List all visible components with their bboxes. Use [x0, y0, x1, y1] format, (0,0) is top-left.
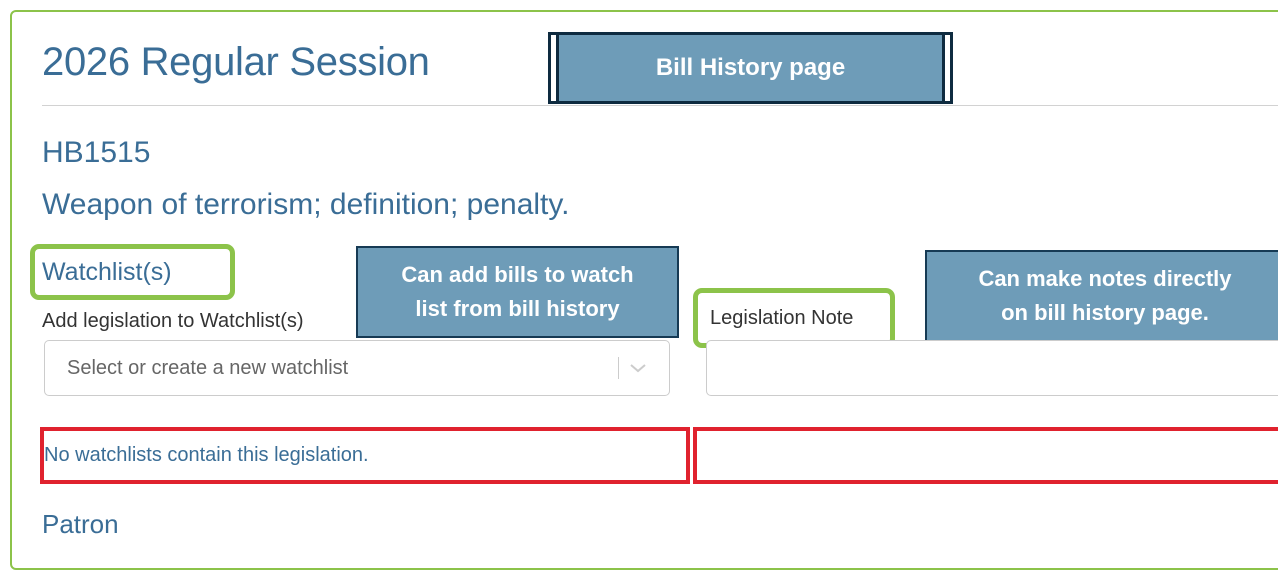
watchlist-callout-line-2: list from bill history — [415, 296, 620, 321]
watchlist-callout-line-1: Can add bills to watch — [401, 262, 634, 287]
watchlist-select[interactable]: Select or create a new watchlist — [44, 340, 670, 396]
add-to-watchlist-label: Add legislation to Watchlist(s) — [42, 310, 304, 332]
bill-number: HB1515 — [42, 136, 151, 169]
watchlist-select-placeholder: Select or create a new watchlist — [67, 356, 349, 379]
note-callout-line-2: on bill history page. — [1001, 300, 1209, 325]
select-separator — [618, 357, 619, 379]
legislation-note-label: Legislation Note — [710, 306, 854, 329]
watchlist-status-highlight: No watchlists contain this legislation. — [40, 427, 690, 484]
patron-heading: Patron — [42, 509, 119, 539]
title-divider — [42, 105, 1278, 106]
watchlist-heading: Watchlist(s) — [30, 244, 235, 300]
bill-caption: Weapon of terrorism; definition; penalty… — [42, 188, 570, 221]
legislation-note-label-highlight: Legislation Note — [693, 288, 895, 348]
note-callout-line-1: Can make notes directly — [978, 266, 1232, 291]
watchlist-status-text: No watchlists contain this legislation. — [44, 444, 369, 466]
note-area-highlight — [693, 427, 1278, 484]
callout-page-text: Bill History page — [655, 54, 846, 81]
chevron-down-icon[interactable] — [629, 362, 647, 374]
session-title: 2026 Regular Session — [42, 40, 430, 84]
legislation-note-input[interactable] — [706, 340, 1278, 396]
watchlist-heading-text: Watchlist(s) — [42, 257, 172, 286]
bill-history-page-callout: Bill History page — [548, 32, 953, 104]
watchlist-callout: Can add bills to watch list from bill hi… — [356, 246, 679, 338]
note-callout: Can make notes directly on bill history … — [925, 250, 1278, 342]
